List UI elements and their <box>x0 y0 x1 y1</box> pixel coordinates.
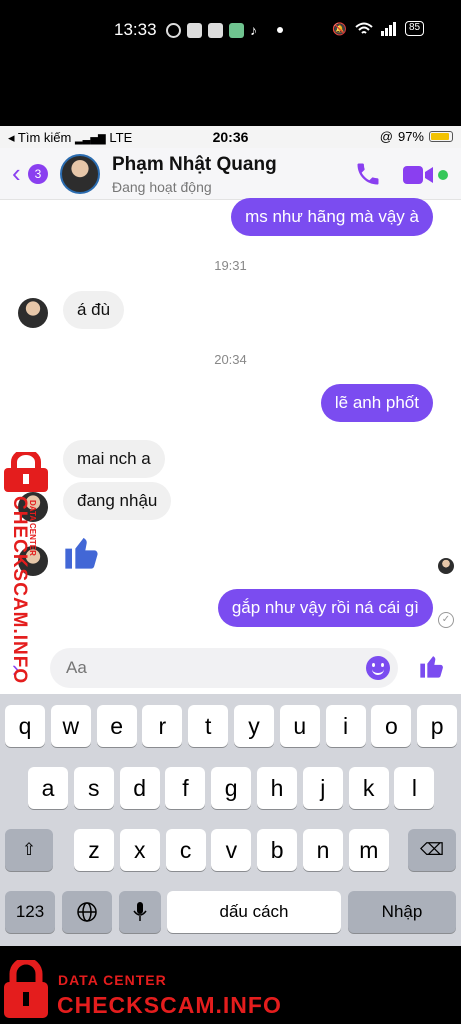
key-y[interactable]: y <box>234 705 274 747</box>
emoji-icon[interactable] <box>366 656 390 680</box>
key-q[interactable]: q <box>5 705 45 747</box>
contact-name[interactable]: Phạm Nhật Quang <box>112 154 277 176</box>
key-d[interactable]: d <box>119 767 160 809</box>
sent-check-icon: ✓ <box>438 612 454 628</box>
lock-icon <box>4 960 48 1018</box>
message-incoming[interactable]: đang nhậu <box>63 482 172 520</box>
signal-icon <box>380 21 396 36</box>
more-dot-icon <box>277 27 283 33</box>
key-m[interactable]: m <box>348 829 389 871</box>
shift-key[interactable]: ⇧ <box>5 829 53 871</box>
key-n[interactable]: n <box>303 829 343 871</box>
key-g[interactable]: g <box>211 767 252 809</box>
video-call-icon[interactable] <box>403 164 435 186</box>
back-chevron-icon[interactable]: ‹ <box>12 160 21 186</box>
ios-keyboard: qwertyuiop asdfghjkl zxcvbnm ⇧ ⌫ 123 dấu c… <box>0 694 461 946</box>
os-system-icons: 🔕 85 <box>332 21 425 36</box>
battery-icon <box>429 131 453 142</box>
phone-call-icon[interactable] <box>354 160 382 188</box>
timestamp: 20:34 <box>214 352 247 367</box>
ios-battery-group: @ 97% <box>380 129 453 144</box>
mute-icon: 🔕 <box>332 21 347 36</box>
sender-avatar[interactable] <box>18 298 48 328</box>
lock-icon <box>4 452 48 492</box>
key-k[interactable]: k <box>348 767 389 809</box>
key-c[interactable]: c <box>165 829 206 871</box>
messenger-icon <box>166 22 181 38</box>
key-h[interactable]: h <box>257 767 297 809</box>
key-p[interactable]: p <box>417 705 458 747</box>
contact-avatar[interactable] <box>60 154 100 194</box>
globe-key[interactable] <box>62 891 112 933</box>
dictation-key[interactable] <box>119 891 161 933</box>
news-icon <box>208 22 223 38</box>
message-outgoing[interactable]: lẽ anh phốt <box>320 384 433 422</box>
os-notification-icons: ♪ <box>166 22 283 38</box>
footer-data-center: DATA CENTER <box>58 972 167 988</box>
key-a[interactable]: a <box>28 767 68 809</box>
key-v[interactable]: v <box>211 829 252 871</box>
online-indicator <box>438 170 448 180</box>
key-u[interactable]: u <box>279 705 320 747</box>
shop-icon <box>187 22 202 38</box>
space-key[interactable]: dấu cách <box>167 891 341 933</box>
message-incoming[interactable]: mai nch a <box>63 440 165 478</box>
os-status-bar: 13:33 ♪ 🔕 85 <box>0 0 461 62</box>
wifi-icon <box>355 22 373 34</box>
messenger-screenshot: ◂ Tìm kiếm ▂▃▅▇ LTE 20:36 @ 97% ‹ 3 Phạm… <box>0 126 461 946</box>
key-b[interactable]: b <box>257 829 298 871</box>
message-list: ms như hãng mà vậy à 19:31 á đù 20:34 lẽ… <box>0 198 461 700</box>
key-r[interactable]: r <box>142 705 183 747</box>
message-outgoing[interactable]: ms như hãng mà vậy à <box>231 198 433 236</box>
key-j[interactable]: j <box>302 767 343 809</box>
microphone-icon <box>133 902 147 921</box>
os-battery: 85 <box>404 21 425 36</box>
tiktok-icon: ♪ <box>250 22 257 38</box>
key-o[interactable]: o <box>371 705 412 747</box>
watermark-vertical: CHECKSCAM.INFO DATA CENTER <box>2 452 50 685</box>
app-icon <box>229 22 244 38</box>
message-composer: › <box>0 642 461 694</box>
ios-status-bar: ◂ Tìm kiếm ▂▃▅▇ LTE 20:36 @ 97% <box>0 126 461 148</box>
key-w[interactable]: w <box>50 705 91 747</box>
key-z[interactable]: z <box>74 829 114 871</box>
key-s[interactable]: s <box>73 767 114 809</box>
watermark-footer: DATA CENTER CHECKSCAM.INFO <box>0 946 461 1024</box>
unread-count-badge[interactable]: 3 <box>28 164 48 184</box>
message-outgoing[interactable]: gắp như vậy rồi ná cái gì <box>217 589 433 627</box>
footer-brand: CHECKSCAM.INFO <box>57 992 282 1018</box>
globe-icon <box>77 902 97 922</box>
message-input[interactable] <box>50 648 350 688</box>
rotation-lock-icon: @ <box>379 129 393 144</box>
timestamp: 19:31 <box>214 258 247 273</box>
os-clock: 13:33 <box>114 20 157 39</box>
key-e[interactable]: e <box>96 705 137 747</box>
watermark-sub: DATA CENTER <box>28 500 37 556</box>
watermark-brand: CHECKSCAM.INFO <box>9 496 30 685</box>
thumbs-up-message-icon[interactable] <box>62 532 102 572</box>
key-t[interactable]: t <box>188 705 229 747</box>
key-f[interactable]: f <box>165 767 206 809</box>
battery-percent: 97% <box>397 129 424 144</box>
key-i[interactable]: i <box>325 705 366 747</box>
message-input-box[interactable] <box>50 648 398 688</box>
backspace-key[interactable]: ⌫ <box>408 829 456 871</box>
seen-by-avatar <box>438 558 454 574</box>
send-like-icon[interactable] <box>418 652 446 680</box>
chat-header: ‹ 3 Phạm Nhật Quang Đang hoạt động <box>0 148 461 200</box>
key-x[interactable]: x <box>119 829 160 871</box>
numbers-key[interactable]: 123 <box>5 891 55 933</box>
contact-status: Đang hoạt động <box>112 179 212 195</box>
message-incoming[interactable]: á đù <box>63 291 125 329</box>
key-l[interactable]: l <box>394 767 435 809</box>
enter-key[interactable]: Nhập <box>348 891 456 933</box>
